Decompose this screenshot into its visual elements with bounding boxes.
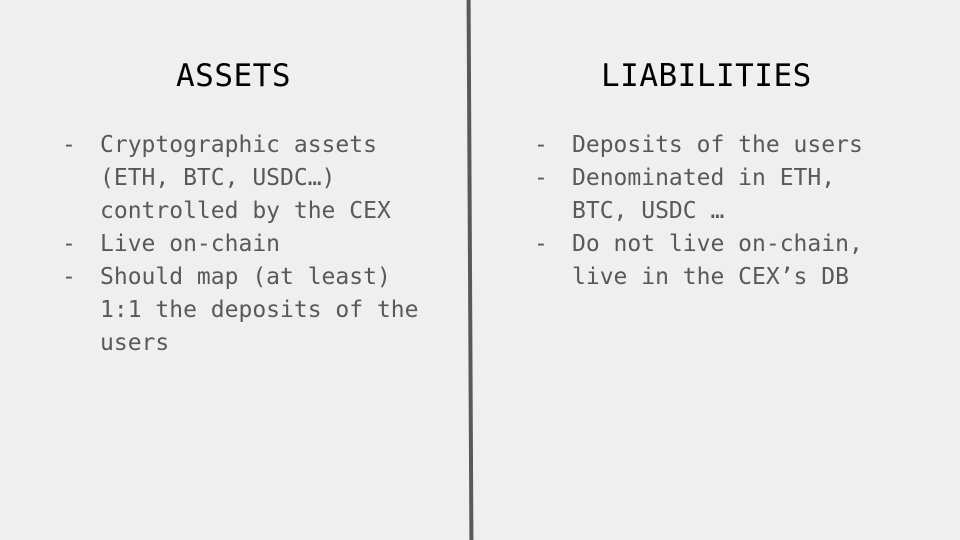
assets-list-item: - Live on-chain [62,228,457,261]
assets-list: - Cryptographic assets (ETH, BTC, USDC…)… [62,129,457,360]
liabilities-item-text: Deposits of the users [572,132,863,158]
liabilities-list-item: - Deposits of the users [534,129,939,162]
bullet-dash: - [534,231,548,257]
bullet-dash: - [62,132,76,158]
assets-heading: ASSETS [176,58,291,94]
liabilities-heading: LIABILITIES [601,58,812,94]
column-divider [466,0,474,540]
assets-list-item: - Should map (at least) 1:1 the deposits… [62,261,457,360]
liabilities-list-item: - Do not live on-chain, live in the CEX’… [534,228,939,294]
assets-list-item: - Cryptographic assets (ETH, BTC, USDC…)… [62,129,457,228]
assets-item-text: Should map (at least) 1:1 the deposits o… [100,264,419,356]
bullet-dash: - [534,132,548,158]
bullet-dash: - [62,264,76,290]
assets-item-text: Live on-chain [100,231,281,257]
bullet-dash: - [534,165,548,191]
assets-item-text: Cryptographic assets (ETH, BTC, USDC…) c… [100,132,391,224]
slide: ASSETS - Cryptographic assets (ETH, BTC,… [0,0,960,540]
liabilities-item-text: Denominated in ETH, BTC, USDC … [572,165,836,224]
liabilities-item-text: Do not live on-chain, live in the CEX’s … [572,231,863,290]
bullet-dash: - [62,231,76,257]
liabilities-list: - Deposits of the users - Denominated in… [534,129,939,294]
liabilities-list-item: - Denominated in ETH, BTC, USDC … [534,162,939,228]
